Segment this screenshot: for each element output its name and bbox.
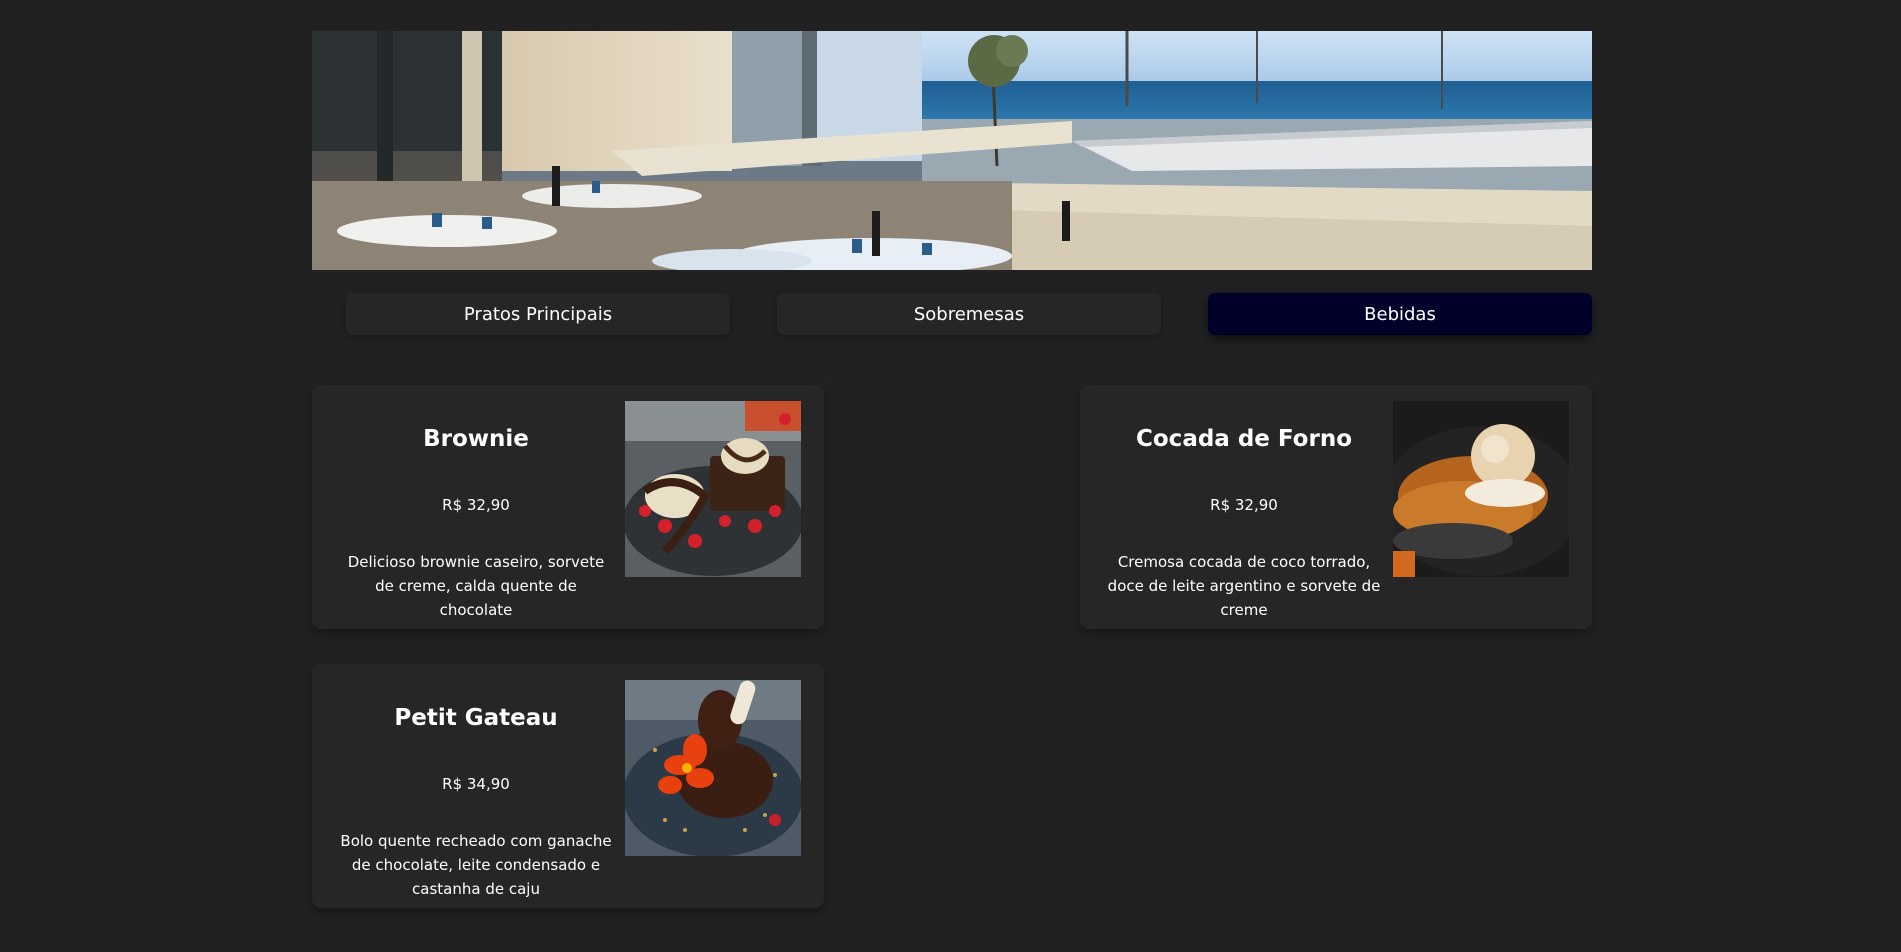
menu-item-card[interactable]: Petit Gateau R$ 34,90 Bolo quente rechea…	[312, 664, 824, 908]
menu-item-info: Petit Gateau R$ 34,90 Bolo quente rechea…	[326, 664, 626, 908]
menu-item-name: Brownie	[423, 426, 529, 452]
menu-item-card[interactable]: Cocada de Forno R$ 32,90 Cremosa cocada …	[1080, 385, 1592, 629]
petit-gateau-photo	[625, 680, 801, 856]
category-tabs: Pratos Principais Sobremesas Bebidas	[312, 293, 1592, 335]
tab-bebidas[interactable]: Bebidas	[1208, 293, 1592, 335]
menu-item-info: Brownie R$ 32,90 Delicioso brownie casei…	[326, 385, 626, 629]
hero-banner	[312, 31, 1592, 270]
menu-item-name: Petit Gateau	[394, 705, 558, 731]
menu-item-price: R$ 32,90	[1210, 496, 1278, 514]
menu-item-name: Cocada de Forno	[1136, 426, 1352, 452]
menu-item-description: Cremosa cocada de coco torrado, doce de …	[1107, 553, 1381, 619]
menu-item-info: Cocada de Forno R$ 32,90 Cremosa cocada …	[1094, 385, 1394, 629]
brownie-photo	[625, 401, 801, 577]
menu-item-price: R$ 32,90	[442, 496, 510, 514]
restaurant-terrace-photo	[312, 31, 1592, 270]
menu-item-card[interactable]: Brownie R$ 32,90 Delicioso brownie casei…	[312, 385, 824, 629]
cocada-photo	[1393, 401, 1569, 577]
menu-item-description: Bolo quente recheado com ganache de choc…	[340, 832, 612, 898]
menu-item-price: R$ 34,90	[442, 775, 510, 793]
tab-pratos-principais[interactable]: Pratos Principais	[346, 293, 730, 335]
menu-item-description: Delicioso brownie caseiro, sorvete de cr…	[347, 553, 605, 619]
tab-sobremesas[interactable]: Sobremesas	[777, 293, 1161, 335]
